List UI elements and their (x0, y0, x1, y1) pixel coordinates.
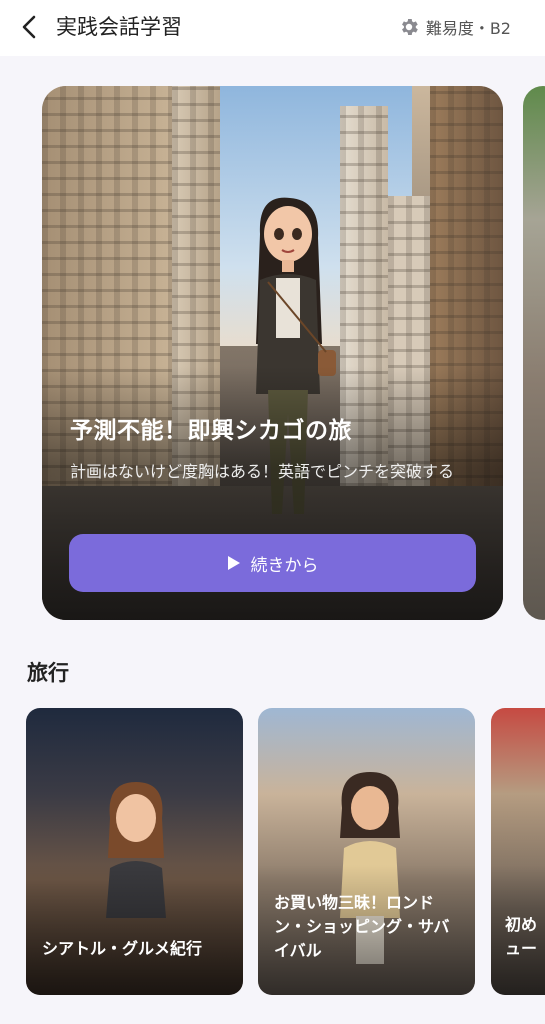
scenario-card-peek[interactable]: 初め ュー (491, 708, 545, 995)
difficulty-label: 難易度・B2 (425, 19, 511, 38)
gear-icon (401, 19, 418, 35)
play-icon (227, 556, 240, 570)
card-title: お買い物三昧！ロンドン・ショッピング・サバイバル (274, 893, 450, 960)
continue-label: 続きから (250, 555, 319, 576)
card-gradient (26, 865, 243, 995)
hero-description: 計画はないけど度胸はある！英語でピンチを突破する (70, 462, 455, 481)
hero-story-card[interactable]: 予測不能！即興シカゴの旅 計画はないけど度胸はある！英語でピンチを突破する 続き… (42, 86, 503, 620)
continue-button[interactable]: 続きから (69, 534, 476, 592)
chevron-left-icon[interactable] (18, 13, 42, 41)
difficulty-button[interactable]: 難易度・B2 (398, 14, 511, 40)
card-title: シアトル・グルメ紀行 (42, 939, 203, 958)
scenario-card[interactable]: シアトル・グルメ紀行 (26, 708, 243, 995)
app-header: 実践会話学習 難易度・B2 (0, 0, 545, 56)
section-title-travel: 旅行 (27, 661, 69, 685)
card-title: 初め ュー (505, 915, 538, 958)
scenario-card[interactable]: お買い物三昧！ロンドン・ショッピング・サバイバル (258, 708, 475, 995)
hero-title: 予測不能！即興シカゴの旅 (70, 418, 352, 444)
next-story-card-peek[interactable] (523, 86, 545, 620)
page-title: 実践会話学習 (56, 15, 182, 39)
